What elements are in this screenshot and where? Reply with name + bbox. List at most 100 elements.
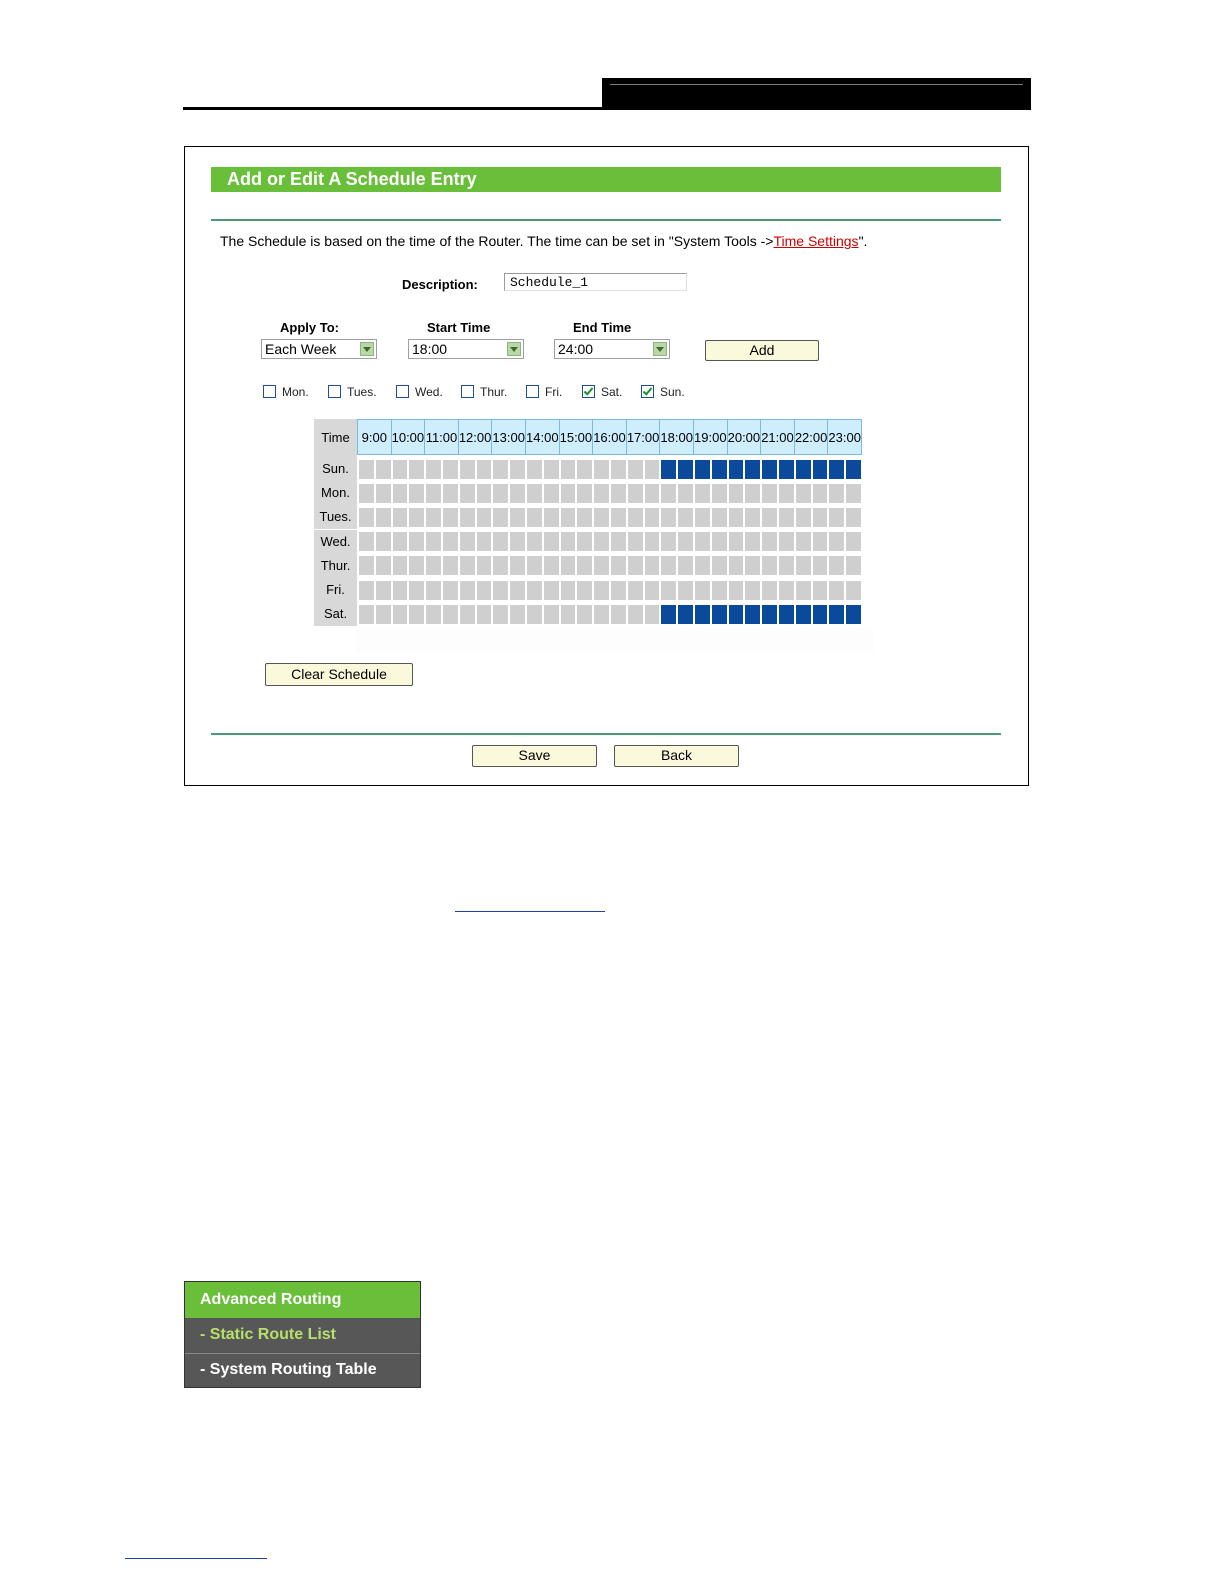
schedule-cell[interactable]	[828, 579, 846, 601]
back-button[interactable]: Back	[614, 745, 739, 767]
schedule-cell[interactable]	[442, 603, 459, 625]
schedule-cell[interactable]	[610, 482, 627, 504]
schedule-cell[interactable]	[643, 506, 661, 528]
schedule-cell[interactable]	[442, 531, 459, 553]
schedule-cell[interactable]	[425, 603, 442, 625]
schedule-cell[interactable]	[492, 506, 510, 528]
schedule-cell[interactable]	[542, 458, 560, 480]
schedule-cell[interactable]	[794, 555, 812, 577]
schedule-cell[interactable]	[845, 506, 862, 528]
schedule-cell[interactable]	[542, 506, 560, 528]
day-checkbox-sat[interactable]: Sat.	[582, 385, 622, 399]
schedule-cell[interactable]	[425, 531, 442, 553]
schedule-cell[interactable]	[727, 531, 745, 553]
schedule-cell[interactable]	[677, 506, 694, 528]
schedule-cell[interactable]	[694, 531, 711, 553]
schedule-cell[interactable]	[391, 531, 409, 553]
schedule-cell[interactable]	[576, 603, 594, 625]
schedule-cell-selected[interactable]	[761, 603, 778, 625]
schedule-cell[interactable]	[559, 531, 577, 553]
schedule-cell[interactable]	[374, 603, 392, 625]
schedule-cell[interactable]	[408, 579, 426, 601]
schedule-cell[interactable]	[475, 555, 493, 577]
schedule-cell[interactable]	[794, 531, 812, 553]
schedule-cell[interactable]	[660, 531, 678, 553]
schedule-cell[interactable]	[475, 603, 493, 625]
schedule-cell[interactable]	[576, 458, 594, 480]
schedule-cell[interactable]	[610, 531, 627, 553]
schedule-cell[interactable]	[677, 482, 694, 504]
schedule-cell-selected[interactable]	[761, 458, 778, 480]
schedule-cell-selected[interactable]	[794, 603, 812, 625]
day-checkbox-mon[interactable]: Mon.	[263, 385, 309, 399]
schedule-cell[interactable]	[509, 531, 526, 553]
schedule-cell[interactable]	[778, 579, 795, 601]
schedule-cell[interactable]	[492, 603, 510, 625]
schedule-cell[interactable]	[559, 579, 577, 601]
schedule-cell[interactable]	[811, 506, 829, 528]
schedule-cell[interactable]	[828, 506, 846, 528]
schedule-cell[interactable]	[358, 555, 375, 577]
schedule-cell[interactable]	[794, 579, 812, 601]
schedule-cell-selected[interactable]	[660, 458, 678, 480]
schedule-cell-selected[interactable]	[794, 458, 812, 480]
schedule-cell[interactable]	[559, 555, 577, 577]
start-time-select[interactable]: 18:00	[408, 339, 524, 359]
schedule-cell[interactable]	[576, 555, 594, 577]
chevron-down-icon[interactable]	[360, 342, 374, 356]
schedule-cell[interactable]	[425, 458, 442, 480]
schedule-cell[interactable]	[828, 482, 846, 504]
schedule-cell[interactable]	[744, 579, 762, 601]
schedule-cell[interactable]	[794, 506, 812, 528]
schedule-cell[interactable]	[761, 531, 778, 553]
schedule-cell[interactable]	[358, 506, 375, 528]
schedule-cell[interactable]	[408, 458, 426, 480]
schedule-cell[interactable]	[542, 555, 560, 577]
schedule-cell[interactable]	[542, 579, 560, 601]
checkbox-unchecked-icon[interactable]	[461, 385, 474, 398]
schedule-cell[interactable]	[744, 531, 762, 553]
schedule-cell[interactable]	[660, 506, 678, 528]
schedule-cell[interactable]	[710, 482, 728, 504]
schedule-cell-selected[interactable]	[677, 603, 694, 625]
schedule-cell[interactable]	[710, 579, 728, 601]
schedule-cell[interactable]	[744, 482, 762, 504]
schedule-cell[interactable]	[694, 482, 711, 504]
schedule-cell[interactable]	[677, 555, 694, 577]
add-button[interactable]: Add	[705, 340, 819, 361]
menu-item-static-route-list[interactable]: - Static Route List	[185, 1319, 420, 1351]
schedule-cell[interactable]	[643, 458, 661, 480]
schedule-cell[interactable]	[559, 482, 577, 504]
schedule-cell-selected[interactable]	[811, 458, 829, 480]
apply-to-select[interactable]: Each Week	[261, 339, 377, 359]
schedule-cell-selected[interactable]	[828, 603, 846, 625]
end-time-select[interactable]: 24:00	[554, 339, 670, 359]
schedule-cell[interactable]	[358, 458, 375, 480]
schedule-cell[interactable]	[492, 482, 510, 504]
schedule-cell[interactable]	[694, 506, 711, 528]
schedule-cell[interactable]	[694, 579, 711, 601]
schedule-cell[interactable]	[374, 531, 392, 553]
schedule-cell-selected[interactable]	[694, 458, 711, 480]
schedule-cell-selected[interactable]	[811, 603, 829, 625]
schedule-cell[interactable]	[593, 482, 610, 504]
schedule-cell[interactable]	[593, 506, 610, 528]
schedule-cell[interactable]	[610, 603, 627, 625]
schedule-cell[interactable]	[374, 579, 392, 601]
schedule-cell[interactable]	[626, 579, 644, 601]
schedule-cell[interactable]	[374, 506, 392, 528]
schedule-cell[interactable]	[643, 482, 661, 504]
checkbox-unchecked-icon[interactable]	[396, 385, 409, 398]
schedule-cell[interactable]	[576, 531, 594, 553]
schedule-cell[interactable]	[442, 506, 459, 528]
schedule-cell[interactable]	[526, 579, 543, 601]
schedule-cell[interactable]	[643, 603, 661, 625]
schedule-cell[interactable]	[358, 579, 375, 601]
schedule-cell[interactable]	[626, 506, 644, 528]
schedule-cell[interactable]	[509, 506, 526, 528]
schedule-cell[interactable]	[727, 555, 745, 577]
schedule-cell[interactable]	[442, 458, 459, 480]
checkbox-checked-icon[interactable]	[582, 385, 595, 398]
checkbox-unchecked-icon[interactable]	[263, 385, 276, 398]
schedule-cell[interactable]	[458, 482, 476, 504]
